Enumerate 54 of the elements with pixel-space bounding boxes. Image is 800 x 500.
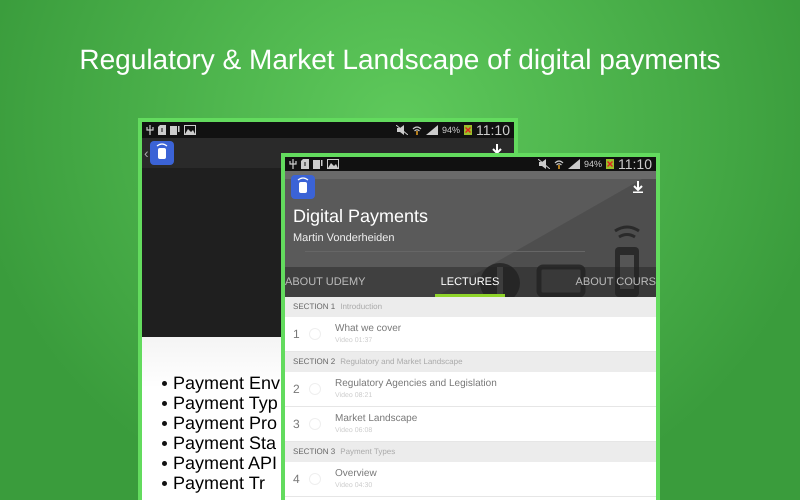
lecture-number: 3 — [292, 416, 301, 433]
signal-icon — [568, 159, 580, 169]
wifi-icon — [554, 159, 564, 169]
notification-icon — [170, 125, 180, 135]
bullet-text: Payment Typ — [173, 393, 278, 413]
lecture-title: What we cover — [335, 322, 402, 334]
bullet-text: Payment Sta — [173, 433, 276, 453]
tab[interactable]: ABOUT COURS — [505, 271, 656, 297]
course-title: Digital Payments — [293, 205, 428, 227]
wifi-icon — [412, 125, 422, 135]
lecture-number: 2 — [292, 381, 301, 398]
back-mark[interactable]: ‹ — [144, 146, 149, 160]
bullet-text: Payment API — [173, 453, 278, 473]
download-icon[interactable] — [492, 144, 502, 153]
battery-level: 94% — [442, 126, 460, 134]
tab[interactable]: ABOUT UDEMY — [285, 271, 435, 297]
battery-icon — [464, 125, 472, 135]
sd-card-icon — [158, 125, 166, 135]
bullet-icon — [162, 480, 167, 486]
download-icon[interactable] — [633, 181, 643, 193]
section-title: Regulatory and Market Landscape — [340, 356, 463, 368]
battery-level: 94% — [584, 160, 602, 168]
clock: 11:10 — [476, 123, 510, 137]
bullet-icon — [162, 420, 167, 426]
bullet-text: Payment Tr — [173, 473, 266, 493]
mute-icon — [538, 159, 550, 169]
bullet-icon — [162, 380, 167, 386]
notification-icon — [313, 159, 323, 169]
app-logo-icon[interactable] — [150, 141, 174, 165]
image-icon — [184, 125, 196, 135]
bullet-icon — [162, 440, 167, 446]
section-number: SECTION 3 — [293, 446, 336, 458]
usb-icon — [146, 125, 154, 135]
signal-icon — [426, 125, 438, 135]
headline: Regulatory & Market Landscape of digital payments — [79, 43, 721, 77]
lecture-title: Regulatory Agencies and Legislation — [335, 378, 497, 390]
battery-icon — [606, 159, 614, 169]
course-author: Martin Vonderheiden — [293, 231, 396, 245]
lecture-number: 1 — [292, 326, 301, 343]
lecture-title: Overview — [335, 468, 377, 480]
lecture-title: Market Landscape — [335, 412, 418, 424]
lecture-number: 4 — [292, 471, 301, 488]
usb-icon — [289, 159, 297, 169]
section-title: Payment Types — [340, 446, 396, 458]
bullet-text: Payment Env — [173, 373, 280, 393]
clock: 11:10 — [618, 157, 652, 171]
image-icon — [327, 159, 339, 169]
section-title: Introduction — [340, 301, 382, 313]
section-number: SECTION 1 — [293, 301, 336, 313]
mute-icon — [396, 125, 408, 135]
bullet-icon — [162, 460, 167, 466]
bullet-icon — [162, 400, 167, 406]
bullet-text: Payment Pro — [173, 413, 278, 433]
section-number: SECTION 2 — [293, 356, 336, 368]
